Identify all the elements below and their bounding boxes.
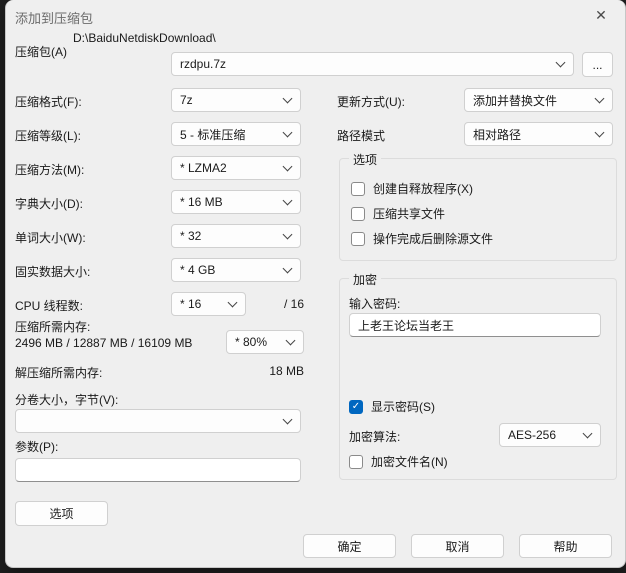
add-to-archive-dialog: 添加到压缩包 ✕ 压缩包(A) D:\BaiduNetdiskDownload\… (5, 0, 626, 568)
title-bar[interactable]: 添加到压缩包 ✕ (6, 0, 625, 30)
solid-block-select[interactable]: * 4 GB (171, 258, 301, 282)
volume-size-combobox[interactable] (15, 409, 301, 433)
update-mode-value: 添加并替换文件 (473, 93, 558, 108)
format-label: 压缩格式(F): (15, 95, 82, 109)
dictionary-value: * 16 MB (180, 195, 223, 209)
chevron-down-icon (282, 93, 293, 103)
options-button-label: 选项 (49, 507, 74, 521)
encryption-group-title: 加密 (349, 271, 382, 288)
password-label: 输入密码: (349, 297, 401, 311)
path-mode-select[interactable]: 相对路径 (464, 122, 613, 146)
chevron-down-icon (282, 414, 293, 424)
compress-memory-label: 压缩所需内存: (15, 320, 91, 334)
checkbox-row-encrypt-names[interactable]: ✓ 加密文件名(N) (349, 453, 448, 470)
delete-after-checkbox[interactable]: ✓ (351, 231, 365, 246)
dialog-title: 添加到压缩包 (15, 11, 94, 26)
chevron-down-icon (282, 195, 293, 205)
chevron-down-icon (282, 263, 293, 273)
delete-after-checkbox-label: 操作完成后删除源文件 (373, 232, 494, 246)
format-select[interactable]: 7z (171, 88, 301, 112)
encryption-method-select[interactable]: AES-256 (499, 423, 601, 447)
archive-directory-path: D:\BaiduNetdiskDownload\ (73, 31, 216, 45)
level-value: 5 - 标准压缩 (180, 127, 246, 142)
cpu-threads-value: * 16 (180, 297, 202, 311)
level-select[interactable]: 5 - 标准压缩 (171, 122, 301, 146)
method-select[interactable]: * LZMA2 (171, 156, 301, 180)
encryption-method-value: AES-256 (508, 428, 557, 442)
options-button[interactable]: 选项 (15, 501, 108, 526)
password-input[interactable] (349, 313, 601, 337)
parameters-label: 参数(P): (15, 440, 59, 454)
check-icon: ✓ (354, 183, 362, 194)
sfx-checkbox-label: 创建自释放程序(X) (373, 182, 473, 196)
format-value: 7z (180, 93, 193, 107)
path-mode-label: 路径模式 (337, 129, 386, 143)
cancel-button[interactable]: 取消 (411, 534, 504, 558)
method-value: * LZMA2 (180, 161, 227, 175)
decompress-memory-label: 解压缩所需内存: (15, 366, 103, 380)
check-icon: ✓ (352, 456, 360, 467)
encrypt-names-checkbox[interactable]: ✓ (349, 454, 363, 469)
check-icon: ✓ (354, 233, 362, 244)
checkbox-row-sfx[interactable]: ✓ 创建自释放程序(X) (351, 180, 473, 197)
ok-button-label: 确定 (337, 539, 362, 554)
compress-memory-detail: 2496 MB / 12887 MB / 16109 MB (15, 336, 193, 350)
help-button[interactable]: 帮助 (519, 534, 612, 558)
show-password-checkbox[interactable]: ✓ (349, 399, 363, 414)
parameters-input[interactable] (15, 458, 301, 482)
sfx-checkbox[interactable]: ✓ (351, 181, 365, 196)
checkbox-row-delete-after[interactable]: ✓ 操作完成后删除源文件 (351, 230, 493, 247)
shared-files-checkbox-label: 压缩共享文件 (373, 207, 446, 221)
chevron-down-icon (282, 229, 293, 239)
encryption-method-label: 加密算法: (349, 430, 401, 444)
chevron-down-icon (282, 127, 293, 137)
dictionary-label: 字典大小(D): (15, 197, 83, 211)
checkbox-row-shared[interactable]: ✓ 压缩共享文件 (351, 205, 445, 222)
method-label: 压缩方法(M): (15, 163, 85, 177)
level-label: 压缩等级(L): (15, 129, 82, 143)
cpu-threads-label: CPU 线程数: (15, 299, 84, 313)
chevron-down-icon (582, 428, 593, 438)
shared-files-checkbox[interactable]: ✓ (351, 206, 365, 221)
close-icon: ✕ (595, 6, 607, 23)
word-size-value: * 32 (180, 229, 202, 243)
word-size-label: 单词大小(W): (15, 231, 86, 245)
memory-percent-value: * 80% (235, 335, 268, 349)
archive-label: 压缩包(A) (15, 45, 67, 59)
check-icon: ✓ (354, 208, 362, 219)
chevron-down-icon (227, 297, 238, 307)
chevron-down-icon (594, 93, 605, 103)
chevron-down-icon (594, 127, 605, 137)
cpu-threads-max: / 16 (283, 297, 304, 311)
close-button[interactable]: ✕ (585, 2, 617, 28)
memory-percent-select[interactable]: * 80% (226, 330, 304, 354)
word-size-select[interactable]: * 32 (171, 224, 301, 248)
checkbox-row-show-password[interactable]: ✓ 显示密码(S) (349, 398, 435, 415)
chevron-down-icon (285, 335, 296, 345)
archive-name-combobox[interactable]: rzdpu.7z (171, 52, 574, 76)
help-button-label: 帮助 (553, 539, 578, 554)
chevron-down-icon (555, 57, 566, 67)
cpu-threads-select[interactable]: * 16 (171, 292, 246, 316)
solid-block-value: * 4 GB (180, 263, 216, 277)
path-mode-value: 相对路径 (473, 127, 522, 142)
decompress-memory-value: 18 MB (269, 364, 304, 378)
cancel-button-label: 取消 (445, 539, 470, 554)
show-password-checkbox-label: 显示密码(S) (371, 400, 435, 414)
update-mode-select[interactable]: 添加并替换文件 (464, 88, 613, 112)
solid-block-label: 固实数据大小: (15, 265, 91, 279)
check-icon: ✓ (351, 401, 361, 412)
options-group-title: 选项 (349, 151, 382, 168)
ok-button[interactable]: 确定 (303, 534, 396, 558)
volume-size-label: 分卷大小，字节(V): (15, 393, 119, 407)
browse-button[interactable]: ... (582, 52, 613, 77)
update-mode-label: 更新方式(U): (337, 95, 405, 109)
encrypt-names-checkbox-label: 加密文件名(N) (371, 455, 448, 469)
ellipsis-icon: ... (592, 57, 603, 72)
dictionary-select[interactable]: * 16 MB (171, 190, 301, 214)
archive-name-value: rzdpu.7z (180, 57, 227, 71)
chevron-down-icon (282, 161, 293, 171)
